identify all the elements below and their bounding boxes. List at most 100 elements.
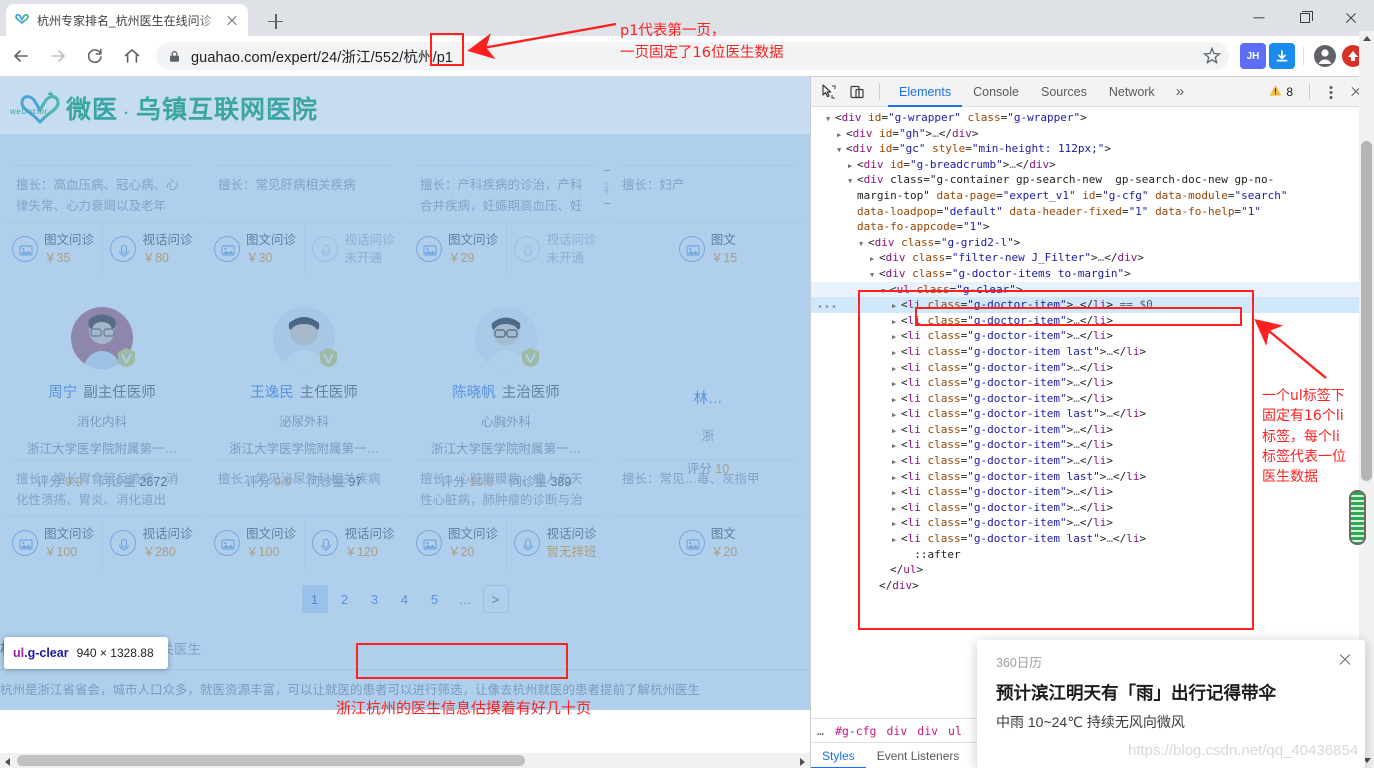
breadcrumb-item-div-1[interactable]: div [886, 724, 907, 738]
tab-event-listeners[interactable]: Event Listeners [866, 743, 971, 768]
text-consult-action[interactable]: 图文问诊 ￥29 [408, 223, 506, 275]
tab-sources[interactable]: Sources [1030, 77, 1098, 107]
warning-badge[interactable]: 8 [1269, 84, 1299, 100]
dom-line[interactable]: <div id="g-breadcrumb">…</div> [811, 157, 1374, 173]
bookmark-star-icon[interactable] [1199, 43, 1225, 69]
tab-network[interactable]: Network [1098, 77, 1166, 107]
doctor-name-title[interactable]: 林… [694, 387, 723, 408]
site-logo[interactable]: 微医 · 乌镇互联网医院 [18, 90, 318, 126]
close-tab-icon[interactable] [224, 12, 240, 28]
more-tabs-icon[interactable]: » [1166, 83, 1194, 100]
doctor-name-title[interactable]: 周宁 副主任医师 [48, 381, 156, 402]
scroll-right-arrow-icon[interactable] [794, 753, 810, 768]
page-button-2[interactable]: 2 [332, 585, 358, 613]
profile-avatar-icon[interactable] [1312, 43, 1338, 69]
text-consult-action[interactable]: 图文问诊 ￥100 [4, 517, 102, 569]
tab-console[interactable]: Console [962, 77, 1030, 107]
doctor-card[interactable]: 陈晓帆 主治医师 心胸外科 浙江大学医学院附属第一… 评分 10.0 问诊量 38… [408, 287, 604, 569]
inspect-element-icon[interactable] [815, 79, 843, 105]
breadcrumb-item-g-cfg[interactable]: #g-cfg [835, 724, 877, 738]
dom-line[interactable]: <li class="g-doctor-item">…</li> [811, 313, 1374, 329]
logo-partner: 乌镇互联网医院 [136, 96, 319, 124]
browser-tab[interactable]: 杭州专家排名_杭州医生在线问诊 [6, 4, 248, 36]
dom-line[interactable]: </ul> [811, 562, 1374, 578]
dom-line[interactable]: <li class="g-doctor-item">…</li> [811, 328, 1374, 344]
text-consult-action[interactable]: 图文 ￥20 [610, 517, 806, 569]
jh-extension-icon[interactable]: JH [1240, 43, 1266, 69]
home-icon[interactable] [116, 40, 148, 72]
doctor-name-title[interactable]: 王逸民 主任医师 [250, 381, 358, 402]
forward-icon[interactable] [42, 40, 74, 72]
dom-line[interactable]: margin-top" data-page="expert_v1" id="g-… [811, 188, 1374, 204]
doctor-card[interactable]: 擅长：产科疾病的诊治，产科合并疾病，妊娠期高血压、妊娠… 图文问诊 ￥29 视话问… [408, 155, 604, 275]
dom-line[interactable]: <div class="filter-new J_Filter">…</div> [811, 250, 1374, 266]
page-button-5[interactable]: 5 [422, 585, 448, 613]
annotation-url-note: p1代表第一页， 一页固定了16位医生数据 [620, 23, 784, 62]
text-consult-action[interactable]: 图文问诊 ￥30 [206, 223, 304, 275]
doctor-card[interactable]: 擅长：常见肝病相关疾病 图文问诊 ￥30 视话问诊 未开通 [206, 155, 402, 275]
breadcrumb-overflow[interactable]: … [817, 724, 825, 738]
doctor-card[interactable]: 林… 浙 评分 10 擅长：常见…毒、灰指甲 图文 ￥20 [610, 287, 806, 569]
dom-line[interactable]: <li class="g-doctor-item">…</li> [811, 360, 1374, 376]
maximize-window-button[interactable] [1282, 0, 1328, 36]
dom-line[interactable]: <li class="g-doctor-item last">…</li> [811, 531, 1374, 547]
text-consult-action[interactable]: 图文问诊 ￥100 [206, 517, 304, 569]
expand-triangle-icon[interactable] [881, 562, 890, 578]
expand-triangle-icon[interactable] [870, 578, 879, 594]
new-tab-button[interactable] [262, 8, 290, 34]
dom-line[interactable]: </div> [811, 578, 1374, 594]
expand-triangle-icon[interactable] [848, 188, 857, 204]
devtools-scroll-up-icon[interactable] [1359, 31, 1374, 47]
doctor-card[interactable]: 周宁 副主任医师 消化内科 浙江大学医学院附属第一… 评分 9.9 问诊量 287… [4, 287, 200, 569]
dom-line[interactable]: <ul class="g-clear"> [811, 281, 1374, 298]
page-button-4[interactable]: 4 [392, 585, 418, 613]
minimize-window-button[interactable] [1236, 0, 1282, 36]
scroll-left-arrow-icon[interactable] [0, 753, 16, 768]
breadcrumb-item-div-2[interactable]: div [917, 724, 938, 738]
devtools-menu-icon[interactable] [1320, 80, 1342, 104]
text-consult-action[interactable]: 图文问诊 ￥35 [4, 223, 102, 275]
device-toolbar-icon[interactable] [843, 79, 871, 105]
page-button-1[interactable]: 1 [301, 585, 328, 613]
devtools-scroll-thumb[interactable] [1361, 141, 1372, 481]
doctor-card[interactable]: 王逸民 主任医师 泌尿外科 浙江大学医学院附属第一… 评分 9.9 问诊量 97 … [206, 287, 402, 569]
dom-line[interactable]: <div class="g-container gp-search-new gp… [811, 172, 1374, 188]
extension-label: JH [1246, 50, 1260, 62]
action-price: ￥35 [43, 251, 71, 265]
tab-elements[interactable]: Elements [888, 77, 962, 107]
breadcrumb-item-ul[interactable]: ul [948, 724, 962, 738]
dom-line[interactable]: <li class="g-doctor-item">…</li> [811, 500, 1374, 516]
text-consult-action[interactable]: 图文 ￥15 [610, 223, 806, 275]
dom-line[interactable]: data-loadpop="default" data-header-fixed… [811, 204, 1374, 220]
dom-line[interactable]: <div id="g-wrapper" class="g-wrapper"> [811, 110, 1374, 126]
close-popup-icon[interactable] [1337, 651, 1353, 667]
dom-line[interactable]: data-fo-appcode="1"> [811, 219, 1374, 235]
back-icon[interactable] [5, 40, 37, 72]
expand-triangle-icon[interactable] [848, 219, 857, 235]
download-extension-icon[interactable] [1269, 43, 1295, 69]
next-page-button[interactable]: > [482, 585, 509, 613]
dom-line[interactable]: <li class="g-doctor-item">…</li> [811, 515, 1374, 531]
tab-styles[interactable]: Styles [811, 743, 866, 768]
expand-triangle-icon[interactable] [848, 204, 857, 220]
text-consult-action[interactable]: 图文问诊 ￥20 [408, 517, 506, 569]
dom-line[interactable]: ::after [811, 547, 1374, 563]
expand-triangle-icon[interactable] [892, 547, 901, 563]
dom-line[interactable]: <div class="g-grid2-l"> [811, 235, 1374, 251]
video-consult-action: 视话问诊 未开通 [506, 223, 604, 275]
dom-line[interactable]: <div id="gh">…</div> [811, 126, 1374, 142]
doctor-card[interactable]: 擅长：高血压病、冠心病、心律失常、心力衰竭以及老年性、… 图文问诊 ￥35 视话问… [4, 155, 200, 275]
video-consult-action[interactable]: 视话问诊 暂无排班 [506, 517, 604, 569]
dom-line[interactable]: <div class="g-doctor-items to-margin"> [811, 266, 1374, 282]
video-consult-action[interactable]: 视话问诊 ￥120 [304, 517, 402, 569]
dom-line[interactable]: <li class="g-doctor-item last">…</li> [811, 344, 1374, 360]
doctor-name-title[interactable]: 陈晓帆 主治医师 [452, 381, 560, 402]
page-button-3[interactable]: 3 [362, 585, 388, 613]
video-consult-action[interactable]: 视话问诊 ￥280 [102, 517, 200, 569]
video-consult-action[interactable]: 视话问诊 ￥80 [102, 223, 200, 275]
page-horizontal-scroll-thumb[interactable] [17, 755, 525, 766]
dom-line[interactable]: <div id="gc" style="min-height: 112px;"> [811, 141, 1374, 157]
dom-line[interactable]: <li class="g-doctor-item">…</li> == $0••… [811, 297, 1374, 313]
reload-icon[interactable] [79, 40, 111, 72]
doctor-card[interactable]: 擅长：妇产 图文 ￥15 [610, 155, 806, 275]
